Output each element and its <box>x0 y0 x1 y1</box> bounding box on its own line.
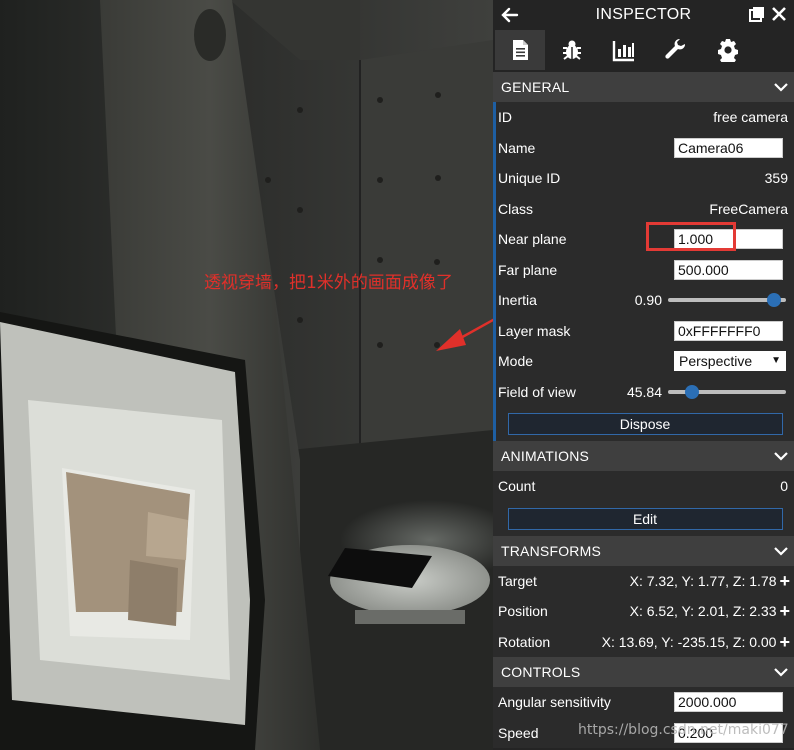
speed-label: Speed <box>498 724 539 741</box>
name-label: Name <box>498 139 536 156</box>
inertia-slider[interactable] <box>668 293 786 307</box>
gear-icon <box>718 39 738 62</box>
wrench-icon <box>665 38 686 59</box>
near-plane-label: Near plane <box>498 231 567 248</box>
count-label: Count <box>498 478 536 495</box>
watermark-text: https://blog.csdn.net/maki077 <box>578 722 789 738</box>
unique-id-label: Unique ID <box>498 170 561 187</box>
chevron-down-icon <box>774 546 788 556</box>
target-value: X: 7.32, Y: 1.77, Z: 1.78 <box>629 572 777 589</box>
dispose-row: Dispose <box>493 407 794 441</box>
section-controls-header[interactable]: CONTROLS <box>493 657 794 687</box>
unique-id-value: 359 <box>764 170 788 187</box>
tab-settings[interactable] <box>703 30 753 70</box>
tab-statistics[interactable] <box>599 30 649 70</box>
expand-plus-icon[interactable]: + <box>779 633 790 651</box>
row-near-plane: Near plane <box>493 224 794 255</box>
layer-mask-label: Layer mask <box>498 322 571 339</box>
tab-properties[interactable] <box>495 30 545 70</box>
bug-icon <box>563 40 581 60</box>
row-class: Class FreeCamera <box>493 193 794 224</box>
class-label: Class <box>498 200 534 217</box>
row-target: Target X: 7.32, Y: 1.77, Z: 1.78 + <box>493 565 794 596</box>
fov-value: 45.84 <box>626 383 662 400</box>
chevron-down-icon <box>774 83 788 92</box>
section-general-header[interactable]: GENERAL <box>493 72 794 102</box>
mode-label: Mode <box>498 353 534 370</box>
name-input[interactable] <box>674 137 783 158</box>
target-label: Target <box>498 572 537 589</box>
mode-select[interactable]: Perspective ▼ <box>674 351 786 372</box>
inertia-label: Inertia <box>498 292 537 309</box>
target-vector: X: 7.32, Y: 1.77, Z: 1.78 + <box>629 572 790 590</box>
section-animations-header[interactable]: ANIMATIONS <box>493 441 794 471</box>
row-id: ID free camera <box>493 102 794 133</box>
close-icon[interactable] <box>771 6 787 22</box>
class-value: FreeCamera <box>709 200 788 217</box>
annotation-arrow-icon <box>436 318 493 351</box>
annotation-text: 透视穿墙，把1米外的画面成像了 <box>204 273 453 293</box>
rotation-value: X: 13.69, Y: -235.15, Z: 0.00 <box>601 633 777 650</box>
inertia-slider-handle[interactable] <box>767 293 782 307</box>
fov-label: Field of view <box>498 383 576 400</box>
row-mode: Mode Perspective ▼ <box>493 346 794 377</box>
count-value: 0 <box>780 478 788 495</box>
edit-row: Edit <box>493 501 794 536</box>
rotation-vector: X: 13.69, Y: -235.15, Z: 0.00 + <box>601 633 790 651</box>
popout-icon[interactable] <box>749 6 765 22</box>
row-layer-mask: Layer mask <box>493 315 794 346</box>
section-animations-title: ANIMATIONS <box>501 448 590 464</box>
row-name: Name <box>493 132 794 163</box>
section-transforms-title: TRANSFORMS <box>501 542 601 559</box>
edit-button[interactable]: Edit <box>507 507 783 530</box>
position-value: X: 6.52, Y: 2.01, Z: 2.33 <box>629 603 777 620</box>
dropdown-arrow-icon: ▼ <box>771 355 781 367</box>
row-inertia: Inertia 0.90 <box>493 285 794 316</box>
mode-select-value: Perspective <box>679 353 753 370</box>
expand-plus-icon[interactable]: + <box>779 572 790 590</box>
3d-viewport[interactable]: 透视穿墙，把1米外的画面成像了 <box>0 0 493 750</box>
expand-plus-icon[interactable]: + <box>779 602 790 620</box>
row-position: Position X: 6.52, Y: 2.01, Z: 2.33 + <box>493 596 794 627</box>
section-general-title: GENERAL <box>501 79 570 95</box>
row-unique-id: Unique ID 359 <box>493 163 794 194</box>
id-value: free camera <box>713 109 788 126</box>
inspector-titlebar: INSPECTOR <box>493 0 794 30</box>
tab-debug[interactable] <box>547 30 597 70</box>
angular-sensitivity-label: Angular sensitivity <box>498 694 611 711</box>
row-angular-sensitivity: Angular sensitivity <box>493 687 794 718</box>
rotation-label: Rotation <box>498 633 551 650</box>
id-label: ID <box>498 109 512 126</box>
row-far-plane: Far plane <box>493 254 794 285</box>
bar-chart-icon <box>612 41 634 62</box>
inspector-panel: INSPECTOR GENERAL ID free camera Name Ca… <box>493 0 794 750</box>
tab-tools[interactable] <box>651 30 701 70</box>
row-count: Count 0 <box>493 471 794 502</box>
inspector-title: INSPECTOR <box>595 6 692 23</box>
angular-sensitivity-input[interactable] <box>674 692 783 713</box>
document-icon <box>513 40 528 60</box>
position-label: Position <box>498 603 548 620</box>
scene-render <box>0 0 493 750</box>
layer-mask-input[interactable] <box>674 320 783 341</box>
far-plane-input[interactable] <box>674 259 783 280</box>
row-rotation: Rotation X: 13.69, Y: -235.15, Z: 0.00 + <box>493 626 794 657</box>
near-plane-input[interactable] <box>674 229 783 250</box>
inspector-tabs <box>493 30 794 70</box>
section-controls-title: CONTROLS <box>501 664 581 680</box>
dispose-button[interactable]: Dispose <box>507 413 783 435</box>
fov-slider-handle[interactable] <box>684 384 699 399</box>
fov-slider[interactable] <box>668 384 786 399</box>
chevron-down-icon <box>774 452 788 461</box>
inertia-value: 0.90 <box>634 292 662 309</box>
arrow-left-icon[interactable] <box>499 4 521 26</box>
section-transforms-header[interactable]: TRANSFORMS <box>493 535 794 566</box>
position-vector: X: 6.52, Y: 2.01, Z: 2.33 + <box>629 602 790 620</box>
far-plane-label: Far plane <box>498 261 558 278</box>
chevron-down-icon <box>774 668 788 677</box>
row-field-of-view: Field of view 45.84 <box>493 376 794 407</box>
